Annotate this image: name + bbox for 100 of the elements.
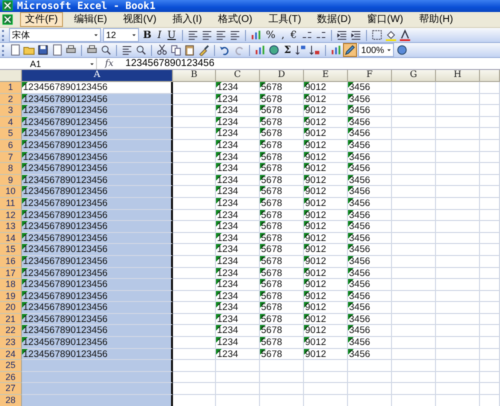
- table-cell[interactable]: 9012: [304, 186, 348, 198]
- table-cell[interactable]: 5678: [260, 210, 304, 222]
- table-cell[interactable]: 9012: [304, 163, 348, 175]
- table-cell[interactable]: 5678: [260, 152, 304, 164]
- menu-item[interactable]: 数据(D): [312, 12, 356, 27]
- row-header[interactable]: 6: [0, 140, 22, 152]
- research-icon[interactable]: [135, 44, 147, 56]
- sort-descending-icon[interactable]: [309, 44, 322, 56]
- table-cell[interactable]: 9012: [304, 105, 348, 117]
- table-cell[interactable]: 1234567890123456: [22, 210, 173, 222]
- table-cell[interactable]: 9012: [304, 116, 348, 128]
- row-header[interactable]: 2: [0, 94, 22, 106]
- table-cell[interactable]: 1234567890123456: [22, 256, 173, 268]
- table-cell[interactable]: 1234567890123456: [22, 302, 173, 314]
- row-header[interactable]: 9: [0, 174, 22, 186]
- row-header[interactable]: 19: [0, 290, 22, 302]
- row-header[interactable]: 28: [0, 395, 22, 406]
- fill-color-icon[interactable]: [384, 29, 397, 41]
- table-cell[interactable]: 1234567890123456: [22, 163, 173, 175]
- row-header[interactable]: 25: [0, 360, 22, 372]
- table-cell[interactable]: 1234: [216, 221, 260, 233]
- row-header[interactable]: 10: [0, 186, 22, 198]
- number-format-button[interactable]: %: [264, 30, 278, 40]
- table-cell[interactable]: 1234567890123456: [22, 325, 173, 338]
- number-format-button[interactable]: €: [288, 30, 299, 40]
- row-header[interactable]: 27: [0, 383, 22, 396]
- table-cell[interactable]: 1234: [216, 152, 260, 164]
- font-color-icon[interactable]: [398, 29, 411, 41]
- table-cell[interactable]: 1234: [216, 198, 260, 210]
- table-cell[interactable]: 5678: [260, 128, 304, 140]
- drawing-icon[interactable]: [344, 44, 356, 56]
- row-header[interactable]: 23: [0, 337, 22, 349]
- table-cell[interactable]: 1234: [216, 232, 260, 244]
- table-cell[interactable]: 3456: [348, 152, 392, 164]
- table-cell[interactable]: 3456: [348, 94, 392, 106]
- table-cell[interactable]: 5678: [260, 186, 304, 198]
- row-header[interactable]: 3: [0, 105, 22, 117]
- table-cell[interactable]: 5678: [260, 140, 304, 152]
- table-cell[interactable]: 3456: [348, 302, 392, 314]
- table-cell[interactable]: 9012: [304, 325, 348, 338]
- table-cell[interactable]: 1234: [216, 290, 260, 302]
- table-cell[interactable]: 5678: [260, 163, 304, 175]
- table-cell[interactable]: 9012: [304, 152, 348, 164]
- style-button[interactable]: B: [141, 30, 154, 40]
- table-cell[interactable]: 3456: [348, 163, 392, 175]
- table-cell[interactable]: 5678: [260, 325, 304, 338]
- table-cell[interactable]: 3456: [348, 290, 392, 302]
- indent-icon[interactable]: [350, 29, 362, 41]
- copy-icon[interactable]: [170, 44, 182, 56]
- sort-ascending-icon[interactable]: [295, 44, 308, 56]
- table-cell[interactable]: 1234: [216, 268, 260, 280]
- menu-item[interactable]: 视图(V): [118, 12, 162, 27]
- table-cell[interactable]: 5678: [260, 314, 304, 326]
- menu-item[interactable]: 文件(F): [20, 12, 63, 27]
- row-header[interactable]: 7: [0, 152, 22, 164]
- column-header[interactable]: B: [173, 70, 216, 82]
- menu-item[interactable]: 窗口(W): [362, 12, 408, 27]
- table-cell[interactable]: 1234: [216, 105, 260, 117]
- table-cell[interactable]: 9012: [304, 302, 348, 314]
- column-header[interactable]: D: [260, 70, 304, 82]
- column-header[interactable]: F: [348, 70, 392, 82]
- row-header[interactable]: 11: [0, 198, 22, 210]
- table-cell[interactable]: 5678: [260, 348, 304, 360]
- table-cell[interactable]: 3456: [348, 314, 392, 326]
- column-header[interactable]: C: [216, 70, 260, 82]
- table-cell[interactable]: 5678: [260, 244, 304, 256]
- table-cell[interactable]: 3456: [348, 140, 392, 152]
- table-cell[interactable]: 1234: [216, 186, 260, 198]
- table-cell[interactable]: 1234: [216, 314, 260, 326]
- table-cell[interactable]: 5678: [260, 279, 304, 291]
- menu-item[interactable]: 帮助(H): [414, 12, 458, 27]
- row-header[interactable]: 8: [0, 163, 22, 175]
- style-button[interactable]: I: [155, 30, 164, 40]
- table-cell[interactable]: 5678: [260, 198, 304, 210]
- table-cell[interactable]: 9012: [304, 198, 348, 210]
- table-cell[interactable]: 1234567890123456: [22, 186, 173, 198]
- table-cell[interactable]: 1234567890123456: [22, 140, 173, 152]
- font-size-dropdown[interactable]: 12: [103, 28, 139, 42]
- decimal-icon[interactable]: [314, 29, 327, 41]
- table-cell[interactable]: 1234567890123456: [22, 314, 173, 326]
- border-icon[interactable]: [370, 29, 383, 41]
- table-cell[interactable]: 1234567890123456: [22, 279, 173, 291]
- table-cell[interactable]: 9012: [304, 210, 348, 222]
- table-cell[interactable]: 1234567890123456: [22, 244, 173, 256]
- table-cell[interactable]: 3456: [348, 105, 392, 117]
- table-cell[interactable]: 3456: [348, 348, 392, 360]
- table-cell[interactable]: 1234: [216, 279, 260, 291]
- spreadsheet-icon[interactable]: [2, 14, 14, 26]
- table-cell[interactable]: 1234567890123456: [22, 82, 173, 94]
- table-cell[interactable]: 9012: [304, 337, 348, 349]
- table-cell[interactable]: 9012: [304, 94, 348, 106]
- table-cell[interactable]: 9012: [304, 290, 348, 302]
- print-preview-icon[interactable]: [100, 44, 112, 56]
- row-header[interactable]: 18: [0, 279, 22, 291]
- table-cell[interactable]: 1234567890123456: [22, 268, 173, 280]
- table-cell[interactable]: 9012: [304, 279, 348, 291]
- row-header[interactable]: 21: [0, 314, 22, 326]
- table-cell[interactable]: 1234567890123456: [22, 94, 173, 106]
- table-cell[interactable]: 3456: [348, 210, 392, 222]
- table-cell[interactable]: 9012: [304, 128, 348, 140]
